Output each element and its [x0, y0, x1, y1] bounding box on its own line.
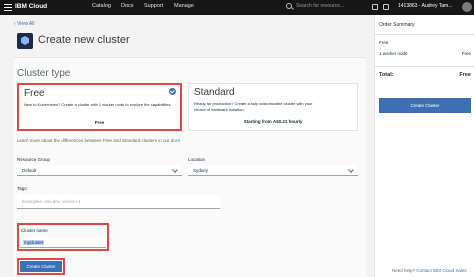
plan-card-free[interactable]: Free New to Kubernetes? Create a cluster…: [17, 83, 182, 131]
cluster-name-label: Cluster name: [21, 228, 48, 233]
plan-price: Free: [94, 120, 105, 125]
view-all-label: View All: [17, 21, 35, 27]
chevron-down-icon: [348, 167, 354, 173]
nav-catalog[interactable]: Catalog: [92, 3, 111, 9]
resource-group-label: Resource Group: [17, 157, 51, 162]
learn-more-text: Learn more about the differences between…: [17, 138, 180, 143]
summary-item-label: 1 worker node: [379, 51, 408, 56]
total-label: Total:: [379, 72, 394, 78]
plan-name: Standard: [194, 87, 235, 98]
resource-group-select[interactable]: Default: [17, 165, 182, 176]
plan-description: New to Kubernetes? Create a cluster with…: [24, 102, 172, 107]
summary-item-price: Free: [461, 51, 471, 56]
top-nav-bar: IBM Cloud Catalog Docs Support Manage Se…: [0, 0, 474, 15]
plan-card-standard[interactable]: Standard Ready for production? Create a …: [188, 83, 358, 131]
brand-logo[interactable]: IBM Cloud: [15, 3, 47, 10]
nav-support[interactable]: Support: [144, 3, 163, 9]
order-summary: Order Summary Free 1 worker node Free To…: [374, 15, 474, 277]
divider: [375, 34, 474, 35]
contact-sales-link[interactable]: Contact IBM Cloud Sales: [416, 268, 466, 273]
order-summary-title: Order Summary: [379, 22, 415, 28]
summary-create-cluster-button[interactable]: Create Cluster: [379, 98, 471, 113]
page-title: Create new cluster: [38, 34, 130, 46]
account-switcher[interactable]: 1413863 - Audrey Tam...: [398, 3, 452, 9]
search-placeholder: Search for resource...: [296, 3, 345, 9]
kubernetes-cluster-icon: [17, 33, 33, 49]
plan-name: Free: [24, 88, 45, 99]
resource-group-value: Default: [22, 168, 37, 173]
avatar[interactable]: [462, 2, 472, 12]
tags-label: Tags:: [17, 186, 28, 191]
nav-docs[interactable]: Docs: [121, 3, 134, 9]
help-label: Need help?: [392, 268, 416, 273]
checkmark-icon: [169, 88, 176, 95]
location-label: Location: [188, 157, 206, 162]
summary-plan-name: Free: [379, 40, 389, 45]
tags-input[interactable]: Examples: env:dev, version-1: [17, 195, 220, 209]
cluster-name-input[interactable]: mycluster: [20, 237, 106, 248]
cluster-name-value: mycluster: [23, 240, 45, 245]
divider: [375, 66, 474, 67]
summary-total: Total: Free: [379, 72, 471, 78]
search-field[interactable]: Search for resource...: [286, 3, 366, 12]
nav-manage[interactable]: Manage: [174, 3, 194, 9]
search-icon: [286, 3, 292, 9]
location-value: Sydney: [193, 168, 209, 173]
menu-icon[interactable]: [4, 4, 12, 11]
summary-line-item: 1 worker node Free: [379, 51, 471, 56]
create-cluster-button[interactable]: Create Cluster: [20, 261, 62, 272]
calculator-icon[interactable]: [372, 4, 378, 10]
tags-placeholder: Examples: env:dev, version-1: [22, 199, 81, 204]
location-select[interactable]: Sydney: [188, 165, 358, 176]
cluster-name-group: Cluster name mycluster: [17, 223, 109, 251]
plan-price: Starting from A$0.21 hourly: [243, 119, 303, 124]
plan-description: Ready for production? Create a fully cus…: [194, 101, 313, 112]
docs-link[interactable]: docs: [171, 138, 181, 143]
chevron-down-icon: [172, 167, 178, 173]
cluster-type-title: Cluster type: [17, 68, 71, 79]
view-all-link[interactable]: ‹ View All: [14, 21, 34, 27]
create-cluster-highlight: Create Cluster: [17, 258, 65, 275]
total-value: Free: [459, 72, 471, 78]
help-text: Need help? Contact IBM Cloud Sales: [392, 268, 467, 273]
learn-more-label: Learn more about the differences between…: [17, 138, 170, 143]
help-icon[interactable]: [383, 4, 389, 10]
summary-plan: Free: [379, 40, 471, 45]
